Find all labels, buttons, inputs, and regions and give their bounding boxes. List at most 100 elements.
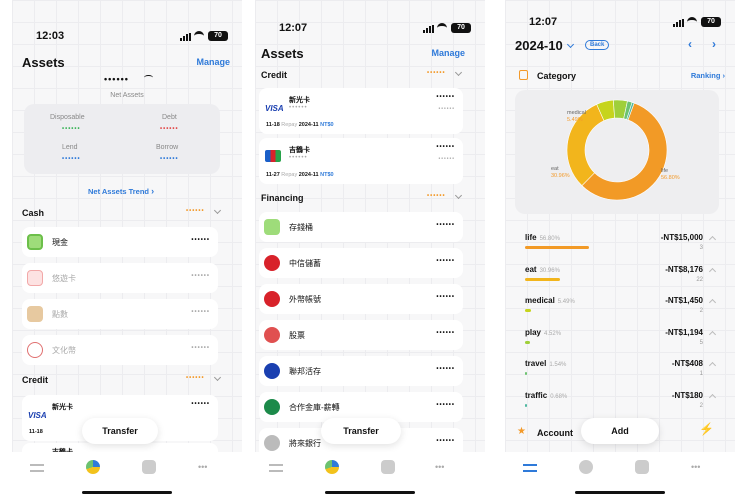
debt-label: Debt	[162, 114, 177, 121]
category-screen: 12:07 70 2024-10 Back ‹ › Category Ranki…	[505, 0, 735, 504]
category-row[interactable]: travel 1.54% -NT$408 1	[525, 359, 717, 389]
card-due: 11-18	[29, 429, 43, 435]
credit-card-row[interactable]: VISA 新光卡 •••••• •••••• •••••• 11-18 Repa…	[259, 88, 463, 134]
asset-value: ••••••	[191, 309, 210, 315]
cash-icon	[27, 234, 43, 250]
asset-row[interactable]: 悠遊卡 ••••••	[22, 263, 218, 293]
category-count: 5	[699, 339, 703, 346]
trend-link-label: Net Assets Trend	[88, 187, 149, 196]
star-icon: ★	[517, 426, 526, 437]
pie-icon[interactable]	[86, 460, 100, 474]
asset-label: 悠遊卡	[52, 274, 76, 283]
prev-month-icon[interactable]: ‹	[688, 37, 692, 51]
bank-icon	[264, 291, 280, 307]
asset-row[interactable]: 現金 ••••••	[22, 227, 218, 257]
tab-bar: •••	[12, 452, 242, 504]
chevron-up-icon[interactable]	[708, 298, 717, 307]
eye-hidden-icon[interactable]	[144, 75, 153, 80]
chevron-up-icon[interactable]	[708, 393, 717, 401]
due-date: 11-27	[266, 172, 280, 178]
financing-row[interactable]: 聯邦活存 ••••••	[259, 356, 463, 386]
pie-icon[interactable]	[579, 460, 593, 474]
wifi-icon	[687, 17, 697, 26]
manage-link[interactable]: Manage	[431, 48, 465, 58]
add-button[interactable]: Add	[581, 418, 659, 444]
asset-label: 點數	[52, 310, 68, 319]
financing-label: 中信儲蓄	[289, 259, 321, 268]
financing-row[interactable]: 股票 ••••••	[259, 320, 463, 350]
transfer-button[interactable]: Transfer	[82, 418, 158, 444]
financing-value: ••••••	[436, 258, 455, 264]
net-assets-trend-link[interactable]: Net Assets Trend ›	[88, 186, 154, 196]
asset-row[interactable]: 點數 ••••••	[22, 299, 218, 329]
lightning-icon[interactable]: ⚡	[699, 422, 714, 436]
category-row[interactable]: life 56.80% -NT$15,000 3	[525, 233, 717, 263]
card-limit: ••••••	[438, 106, 455, 112]
cash-icon	[264, 219, 280, 235]
category-amount: -NT$8,176	[665, 264, 703, 274]
donut-chart[interactable]	[515, 90, 719, 214]
assets-screen-2: 12:07 70 Assets Manage Credit •••••• VIS…	[255, 0, 485, 504]
category-percent: 56.80%	[539, 236, 560, 242]
list-icon[interactable]	[523, 464, 537, 472]
chevron-up-icon[interactable]	[708, 330, 717, 338]
category-row[interactable]: medical 5.49% -NT$1,450 2	[525, 296, 717, 326]
pie-icon[interactable]	[325, 460, 339, 474]
card-name: 新光卡	[52, 404, 73, 411]
chevron-up-icon[interactable]	[708, 235, 717, 244]
category-row[interactable]: play 4.52% -NT$1,194 5	[525, 327, 717, 358]
repay-amount: NT$0	[320, 172, 334, 178]
ranking-link[interactable]: Ranking ›	[691, 71, 725, 80]
back-button[interactable]: Back	[585, 40, 610, 50]
more-icon[interactable]: •••	[198, 460, 212, 474]
month-label: 2024-10	[515, 38, 563, 53]
category-name: play	[525, 327, 542, 337]
transfer-button[interactable]: Transfer	[321, 418, 401, 444]
financing-row[interactable]: 外幣帳號 ••••••	[259, 284, 463, 314]
home-indicator	[325, 491, 415, 494]
category-name-group: eat 30.96%	[525, 265, 560, 274]
financing-value: ••••••	[436, 438, 455, 444]
signal-icon	[673, 19, 685, 27]
borrow-value: ••••••	[160, 156, 179, 162]
chevron-down-icon[interactable]	[454, 68, 463, 77]
financing-section-title: Financing	[261, 193, 304, 203]
cash-total: ••••••	[186, 208, 205, 214]
chevron-down-icon[interactable]	[213, 373, 222, 382]
due-date: 11-18	[29, 429, 43, 435]
bank-icon	[264, 399, 280, 415]
month-selector[interactable]: 2024-10	[515, 38, 575, 53]
financing-row[interactable]: 存錢桶 ••••••	[259, 212, 463, 242]
summary-card: Disposable •••••• Debt •••••• Lend •••••…	[24, 104, 220, 174]
category-row[interactable]: traffic 0.68% -NT$180 2	[525, 391, 717, 421]
credit-card-row[interactable]: 吉鶴卡 •••••• •••••• •••••• 11-27 Repay 202…	[259, 138, 463, 184]
coins-icon[interactable]	[142, 460, 156, 474]
chevron-down-icon[interactable]	[454, 191, 463, 200]
more-icon[interactable]: •••	[691, 460, 705, 474]
asset-row[interactable]: 文化幣 ••••••	[22, 335, 218, 365]
coins-icon[interactable]	[381, 460, 395, 474]
more-icon[interactable]: •••	[435, 460, 449, 474]
bank-icon	[264, 363, 280, 379]
category-bar	[525, 372, 527, 375]
medical-label: medical	[567, 110, 586, 116]
list-icon[interactable]	[30, 464, 44, 472]
category-percent: 1.54%	[549, 362, 567, 368]
chevron-up-icon[interactable]	[708, 267, 717, 275]
asset-label: 現金	[52, 238, 68, 247]
coins-icon[interactable]	[635, 460, 649, 474]
manage-link[interactable]: Manage	[196, 57, 230, 67]
home-indicator	[575, 491, 665, 494]
status-bar: 12:07 70	[505, 16, 735, 32]
account-label[interactable]: Account	[537, 428, 573, 438]
next-month-icon[interactable]: ›	[712, 37, 716, 51]
chevron-down-icon[interactable]	[213, 206, 222, 215]
list-icon[interactable]	[269, 464, 283, 472]
repay-amount: NT$0	[320, 122, 334, 128]
chevron-up-icon[interactable]	[708, 361, 717, 370]
donut-label-life: life 56.80%	[661, 168, 680, 182]
account-bar: ★ Account Add ⚡	[515, 418, 725, 446]
category-row[interactable]: eat 30.96% -NT$8,176 22	[525, 264, 717, 295]
card-balance: ••••••	[436, 144, 455, 150]
financing-row[interactable]: 中信儲蓄 ••••••	[259, 248, 463, 278]
